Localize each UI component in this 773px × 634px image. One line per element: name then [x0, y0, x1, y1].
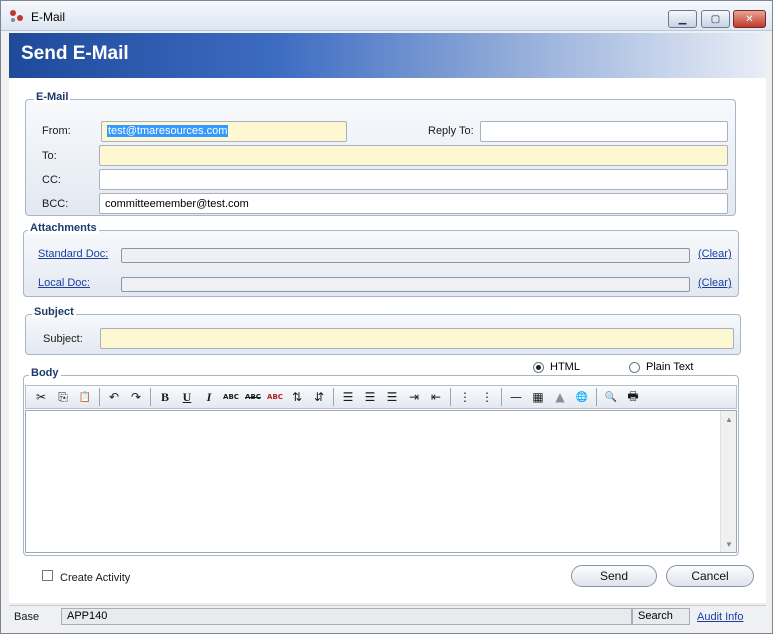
close-icon: ✕ — [745, 13, 754, 25]
subject-input[interactable] — [100, 328, 734, 349]
align-left-icon[interactable]: ☰ — [337, 387, 359, 407]
undo-icon[interactable]: ↶ — [103, 387, 125, 407]
status-app-code: APP140 — [61, 608, 632, 625]
hyperlink-globe-icon[interactable]: 🌐 — [571, 387, 593, 407]
send-button[interactable]: Send — [571, 565, 657, 587]
format-plain-option[interactable]: Plain Text — [629, 361, 694, 373]
standard-doc-link[interactable]: Standard Doc: — [38, 248, 108, 260]
body-group-legend: Body — [29, 367, 61, 379]
email-window: E-Mail ▁ ▢ ✕ Send E-Mail E-Mail From: te… — [0, 0, 773, 634]
print-icon[interactable]: 🖶 — [622, 387, 644, 407]
status-search[interactable]: Search — [632, 608, 690, 625]
strikethrough-icon[interactable]: ABC — [242, 387, 264, 407]
toolbar-separator — [501, 388, 502, 406]
reply-to-input[interactable] — [480, 121, 728, 142]
sort-descending-icon[interactable]: ⇵ — [308, 387, 330, 407]
minimize-button[interactable]: ▁ — [668, 10, 697, 28]
toolbar-separator — [150, 388, 151, 406]
bcc-label: BCC: — [42, 198, 69, 210]
to-label: To: — [42, 150, 57, 162]
app-logo-icon — [10, 10, 23, 22]
status-bar: Base APP140 Search Audit Info — [9, 605, 766, 627]
cut-icon[interactable]: ✂ — [30, 387, 52, 407]
html-radio[interactable] — [533, 361, 544, 373]
toolbar-separator — [99, 388, 100, 406]
local-doc-field — [121, 277, 690, 292]
italic-icon[interactable]: I — [198, 387, 220, 407]
editor-scrollbar[interactable]: ▲ ▼ — [720, 411, 736, 552]
table-icon[interactable]: ▦ — [527, 387, 549, 407]
email-group-legend: E-Mail — [34, 91, 71, 103]
standard-doc-clear-link[interactable]: (Clear) — [698, 248, 732, 260]
paste-icon[interactable]: 📋 — [74, 387, 96, 407]
from-field[interactable]: test@tmaresources.com — [101, 121, 347, 142]
bcc-input[interactable] — [99, 193, 728, 214]
image-icon[interactable]: ▲ — [549, 387, 571, 407]
bold-icon[interactable]: B — [154, 387, 176, 407]
font-size-icon[interactable]: ABC — [220, 387, 242, 407]
reply-to-label: Reply To: — [428, 125, 474, 137]
horizontal-rule-icon[interactable]: — — [505, 387, 527, 407]
from-value: test@tmaresources.com — [107, 125, 229, 137]
subject-group-legend: Subject — [32, 306, 76, 318]
editor-toolbar: ✂ ⎘ 📋 ↶ ↷ B U I ABC ABC ABC ⇅ ⇵ ☰ ☰ ☰ ⇥ … — [25, 385, 737, 409]
page-title: Send E-Mail — [21, 43, 129, 64]
cc-input[interactable] — [99, 169, 728, 190]
toolbar-separator — [450, 388, 451, 406]
body-editor[interactable]: ▲ ▼ — [25, 410, 737, 553]
cc-label: CC: — [42, 174, 61, 186]
bulleted-list-icon[interactable]: ⋮ — [454, 387, 476, 407]
find-icon[interactable]: 🔍 — [600, 387, 622, 407]
indent-icon[interactable]: ⇥ — [403, 387, 425, 407]
attachments-group-legend: Attachments — [28, 222, 99, 234]
outdent-icon[interactable]: ⇤ — [425, 387, 447, 407]
create-activity-label: Create Activity — [60, 572, 131, 584]
standard-doc-field — [121, 248, 690, 263]
window-title: E-Mail — [31, 10, 66, 24]
toolbar-separator — [596, 388, 597, 406]
to-input[interactable] — [99, 145, 728, 166]
html-radio-label: HTML — [550, 361, 580, 373]
plain-text-radio-label: Plain Text — [646, 361, 694, 373]
cancel-button[interactable]: Cancel — [666, 565, 754, 587]
from-label: From: — [42, 125, 71, 137]
copy-icon[interactable]: ⎘ — [52, 387, 74, 407]
plain-text-radio[interactable] — [629, 361, 640, 373]
scroll-down-icon[interactable]: ▼ — [721, 536, 737, 552]
format-html-option[interactable]: HTML — [533, 361, 580, 373]
status-base: Base — [14, 611, 40, 623]
sort-ascending-icon[interactable]: ⇅ — [286, 387, 308, 407]
font-color-icon[interactable]: ABC — [264, 387, 286, 407]
scroll-up-icon[interactable]: ▲ — [721, 411, 737, 427]
align-center-icon[interactable]: ☰ — [359, 387, 381, 407]
align-right-icon[interactable]: ☰ — [381, 387, 403, 407]
audit-info-link[interactable]: Audit Info — [697, 611, 743, 623]
close-button[interactable]: ✕ — [733, 10, 766, 28]
create-activity-checkbox[interactable] — [42, 570, 53, 581]
local-doc-link[interactable]: Local Doc: — [38, 277, 90, 289]
minimize-icon: ▁ — [678, 13, 687, 25]
maximize-button[interactable]: ▢ — [701, 10, 730, 28]
maximize-icon: ▢ — [710, 13, 721, 25]
redo-icon[interactable]: ↷ — [125, 387, 147, 407]
subject-label: Subject: — [43, 333, 83, 345]
numbered-list-icon[interactable]: ⋮ — [476, 387, 498, 407]
underline-icon[interactable]: U — [176, 387, 198, 407]
local-doc-clear-link[interactable]: (Clear) — [698, 277, 732, 289]
header-band: Send E-Mail — [9, 33, 766, 78]
toolbar-separator — [333, 388, 334, 406]
title-bar: E-Mail ▁ ▢ ✕ — [1, 1, 772, 31]
